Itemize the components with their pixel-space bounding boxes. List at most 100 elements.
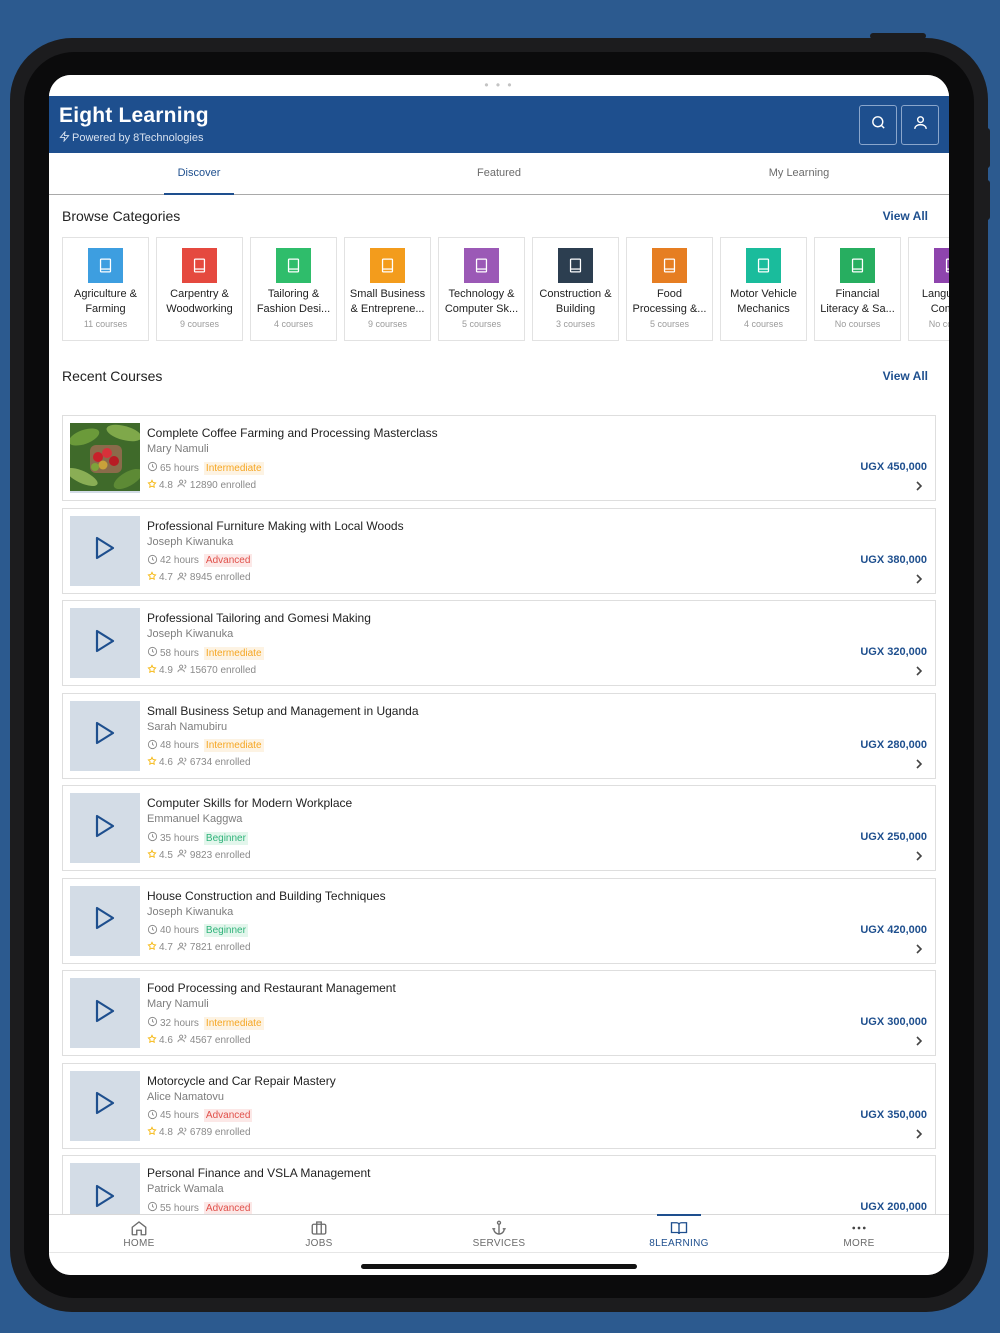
chevron-right-icon[interactable]	[915, 942, 923, 960]
course-title: Professional Tailoring and Gomesi Making	[147, 611, 371, 625]
play-icon	[94, 814, 116, 843]
course-price: UGX 280,000	[860, 738, 927, 751]
course-card[interactable]: Professional Furniture Making with Local…	[62, 507, 936, 594]
course-card[interactable]: Small Business Setup and Management in U…	[62, 692, 936, 779]
star-icon	[147, 941, 157, 954]
chevron-right-icon[interactable]	[915, 572, 923, 590]
category-card[interactable]: Construction & Building 3 courses	[532, 237, 619, 341]
home-icon	[49, 1215, 229, 1237]
course-title: Professional Furniture Making with Local…	[147, 518, 404, 533]
users-icon	[177, 756, 188, 770]
users-icon	[177, 848, 188, 862]
category-course-count: 3 courses	[555, 319, 596, 329]
course-list[interactable]: Complete Coffee Farming and Processing M…	[62, 415, 936, 1248]
star-icon	[147, 571, 157, 584]
course-thumbnail[interactable]	[70, 700, 140, 771]
course-stats: 4.6 6734 enrolled	[147, 756, 251, 770]
course-duration: 48 hours	[160, 740, 199, 751]
course-thumbnail[interactable]	[70, 515, 140, 586]
course-instructor: Alice Namatovu	[147, 1090, 225, 1103]
course-thumbnail[interactable]	[70, 978, 140, 1048]
category-card[interactable]: Carpentry & Woodworking 9 courses	[156, 237, 243, 341]
chevron-right-icon[interactable]	[915, 1034, 923, 1052]
home-indicator-area	[49, 1252, 949, 1275]
chevron-right-icon[interactable]	[915, 664, 923, 682]
nav-home[interactable]: HOME	[49, 1215, 229, 1252]
course-thumbnail[interactable]	[70, 793, 140, 863]
course-card[interactable]: Motorcycle and Car Repair Mastery Alice N…	[62, 1062, 936, 1149]
category-name: Construction & Building	[539, 288, 612, 315]
clock-icon	[147, 739, 158, 753]
course-price: UGX 250,000	[860, 831, 927, 843]
app-title: Eight Learning	[59, 104, 209, 127]
course-card[interactable]: House Construction and Building Techniqu…	[62, 877, 936, 964]
multitasking-dots[interactable]: • • •	[484, 79, 513, 91]
course-thumbnail[interactable]	[70, 885, 140, 956]
course-meta: 45 hours Advanced	[147, 1109, 253, 1123]
briefcase-icon	[229, 1215, 409, 1237]
user-icon	[912, 114, 929, 136]
profile-button[interactable]	[901, 105, 939, 145]
book-icon	[934, 248, 949, 283]
course-card[interactable]: Food Processing and Restaurant Managemen…	[62, 970, 936, 1056]
course-level-badge: Advanced	[203, 1201, 253, 1215]
course-level-badge: Intermediate	[203, 1016, 264, 1030]
book-icon	[746, 248, 781, 283]
category-course-count: 4 courses	[743, 319, 784, 329]
courses-view-all-link[interactable]: View All	[883, 369, 928, 383]
course-stats: 4.8 12890 enrolled	[147, 478, 256, 492]
app-screen: • • • Eight Learning Powered by 8Technol…	[49, 75, 949, 1275]
categories-view-all-link[interactable]: View All	[883, 209, 928, 223]
chevron-right-icon[interactable]	[915, 479, 923, 497]
category-card[interactable]: Financial Literacy & Sa... No courses	[814, 237, 901, 341]
course-price: UGX 450,000	[860, 461, 927, 473]
category-card[interactable]: Agriculture & Farming 11 courses	[62, 237, 149, 341]
course-card[interactable]: Professional Tailoring and Gomesi Making…	[62, 600, 936, 686]
chevron-right-icon[interactable]	[915, 849, 923, 867]
course-card[interactable]: Computer Skills for Modern Workplace Emma…	[62, 785, 936, 871]
category-carousel[interactable]: Agriculture & Farming 11 courses Carpentry…	[62, 237, 949, 341]
clock-icon	[147, 554, 158, 568]
course-meta: 58 hours Intermediate	[147, 646, 264, 660]
course-enrolled: 7821 enrolled	[189, 942, 251, 953]
clock-icon	[147, 1201, 158, 1215]
course-level-badge: Intermediate	[203, 461, 264, 475]
nav-8learning[interactable]: 8LEARNING	[589, 1215, 769, 1252]
chevron-right-icon[interactable]	[915, 757, 923, 775]
course-enrolled: 6789 enrolled	[189, 1127, 251, 1138]
play-icon	[94, 999, 116, 1028]
tab-featured[interactable]: Featured	[349, 153, 649, 194]
category-card[interactable]: Food Processing &... 5 courses	[626, 237, 713, 341]
browse-categories-header: Browse Categories View All	[49, 208, 949, 228]
book-icon	[558, 248, 593, 283]
course-duration: 55 hours	[160, 1202, 199, 1214]
category-name: Technology & Computer Sk...	[444, 288, 519, 315]
category-course-count: 5 courses	[649, 319, 690, 329]
course-stats: 4.8 6789 enrolled	[147, 1126, 251, 1140]
category-card[interactable]: Motor Vehicle Mechanics 4 courses	[720, 237, 807, 341]
category-card[interactable]: Technology & Computer Sk... 5 courses	[438, 237, 525, 341]
tab-my-learning[interactable]: My Learning	[649, 153, 949, 194]
course-thumbnail[interactable]	[70, 423, 140, 493]
category-card[interactable]: Small Business & Entreprene... 9 courses	[344, 237, 431, 341]
course-meta: 65 hours Intermediate	[147, 461, 264, 475]
course-thumbnail[interactable]	[70, 608, 140, 678]
chevron-right-icon[interactable]	[915, 1127, 923, 1145]
nav-jobs[interactable]: JOBS	[229, 1215, 409, 1252]
course-rating: 4.8	[159, 1127, 173, 1138]
category-name: Tailoring & Fashion Desi...	[256, 288, 331, 315]
search-button[interactable]	[859, 105, 897, 145]
play-icon	[94, 906, 116, 935]
course-stats: 4.7 8945 enrolled	[147, 571, 251, 585]
home-indicator[interactable]	[361, 1264, 637, 1269]
category-card[interactable]: Tailoring & Fashion Desi... 4 courses	[250, 237, 337, 341]
course-duration: 65 hours	[160, 462, 199, 474]
category-card[interactable]: Language & Comm... No courses	[908, 237, 949, 341]
course-card[interactable]: Complete Coffee Farming and Processing M…	[62, 415, 936, 501]
tab-discover[interactable]: Discover	[49, 153, 349, 194]
course-thumbnail[interactable]	[70, 1070, 140, 1141]
nav-services[interactable]: SERVICES	[409, 1215, 589, 1252]
course-duration: 58 hours	[160, 647, 199, 659]
nav-more[interactable]: MORE	[769, 1215, 949, 1252]
course-instructor: Joseph Kiwanuka	[147, 628, 234, 640]
